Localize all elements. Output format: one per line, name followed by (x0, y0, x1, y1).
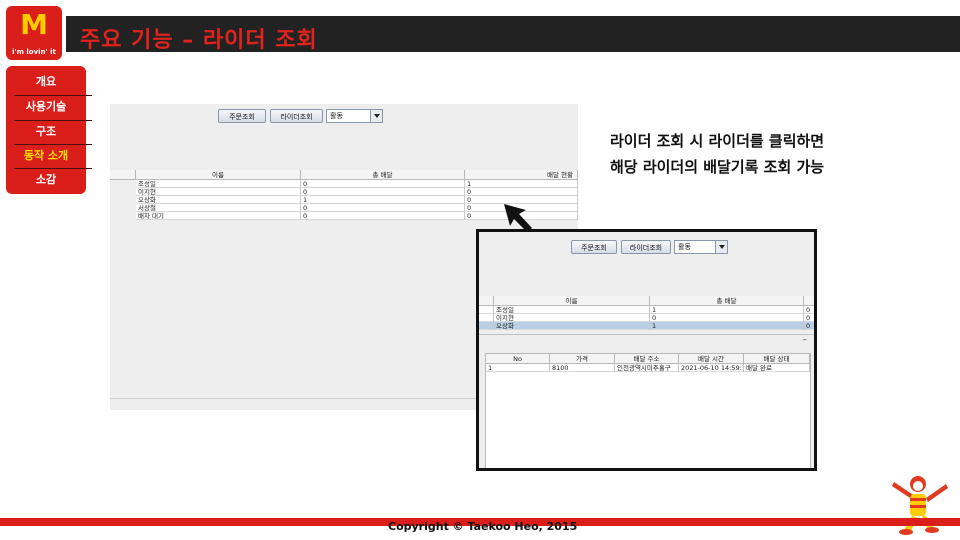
column-header-name[interactable]: 이름 (136, 170, 301, 180)
cell-total: 1 (301, 196, 465, 204)
table-row[interactable]: 이지현 0 0 (136, 188, 578, 196)
cell-name: 이지현 (136, 188, 301, 196)
column-header-address[interactable]: 배달 주소 (615, 354, 679, 364)
cell-total: 0 (301, 188, 465, 196)
order-lookup-button[interactable]: 주문조회 (218, 109, 266, 123)
cell-status: 0 (804, 314, 814, 322)
caption: 라이더 조회 시 라이더를 클릭하면 해당 라이더의 배달기록 조회 가능 (610, 128, 940, 180)
cell-status: 0 (804, 306, 814, 314)
table-row[interactable]: 조성일 0 1 (136, 180, 578, 188)
column-header-no[interactable]: No (486, 354, 550, 364)
rider-lookup-button[interactable]: 라이더조회 (621, 240, 671, 254)
cell-address: 인천광역시미추홀구 (615, 364, 679, 372)
cell-name: 오상화 (136, 196, 301, 204)
row-spacer (479, 322, 494, 330)
cell-name: 배차 대기 (136, 212, 301, 220)
cell-total: 1 (650, 306, 804, 314)
nav-item-demo[interactable]: 동작 소개 (6, 144, 86, 168)
table-header-spacer (110, 170, 136, 180)
table-row[interactable]: 이지현 0 0 (479, 314, 814, 322)
nav-item-tech[interactable]: 사용기술 (6, 95, 86, 119)
table-row[interactable]: 1 8100 인천광역시미추홀구 2021-06-10 14:59:14.0 배… (486, 364, 810, 372)
cell-name: 이지현 (494, 314, 650, 322)
status-select[interactable]: 활동 (674, 240, 728, 254)
row-spacer (479, 306, 494, 314)
chevron-down-icon[interactable] (370, 110, 382, 122)
table-row[interactable]: 조성일 1 0 (479, 306, 814, 314)
page-title: 주요 기능 – 라이더 조회 (80, 28, 318, 53)
order-lookup-button[interactable]: 주문조회 (571, 240, 617, 254)
column-header-price[interactable]: 가격 (550, 354, 615, 364)
delivery-history-table: No 가격 배달 주소 배달 시간 배달 상태 1 8100 인천광역시미추홀구… (485, 353, 811, 468)
rider-detail-window: 주문조회 라이더조회 활동 이름 총 배달 조성일 1 0 이지현 0 0 오상… (476, 229, 817, 471)
status-select-value: 활동 (678, 243, 691, 251)
cell-total: 0 (650, 314, 804, 322)
cell-total: 0 (301, 204, 465, 212)
status-select[interactable]: 활동 (326, 109, 383, 123)
cell-total: 0 (301, 180, 465, 188)
caption-line-2: 해당 라이더의 배달기록 조회 가능 (610, 158, 825, 176)
nav-item-thoughts[interactable]: 소감 (6, 168, 86, 192)
minimize-icon[interactable]: – (803, 335, 808, 345)
column-header-total[interactable]: 총 배달 (650, 296, 804, 306)
nav-item-overview[interactable]: 개요 (6, 70, 86, 94)
title-bar: 주요 기능 – 라이더 조회 (66, 16, 960, 53)
cell-total: 1 (650, 322, 804, 330)
mcdonalds-logo: M i'm lovin' it (6, 6, 62, 60)
cell-no: 1 (486, 364, 550, 372)
cell-total: 0 (301, 212, 465, 220)
chevron-down-icon[interactable] (715, 241, 727, 253)
delivery-history-frame: – No 가격 배달 주소 배달 시간 배달 상태 1 8100 인천광역시미추… (479, 334, 814, 468)
cell-delivery-status: 배달 완료 (744, 364, 810, 372)
cell-price: 8100 (550, 364, 615, 372)
nav-item-structure[interactable]: 구조 (6, 120, 86, 144)
rider-table: 이름 총 배달 조성일 1 0 이지현 0 0 오상화 1 0 (479, 296, 814, 336)
cell-status: 0 (804, 322, 814, 330)
cell-name: 오상화 (494, 322, 650, 330)
caption-line-1: 라이더 조회 시 라이더를 클릭하면 (610, 132, 825, 150)
cell-status: 1 (465, 180, 578, 188)
cell-name: 조성일 (136, 180, 301, 188)
logo-tagline: i'm lovin' it (12, 48, 56, 56)
row-spacer (479, 314, 494, 322)
copyright-text: Copyright © Taekoo Heo, 2015 (388, 520, 578, 533)
column-header-name[interactable]: 이름 (494, 296, 650, 306)
column-header-status[interactable] (804, 296, 814, 306)
cell-name: 조성일 (494, 306, 650, 314)
table-header-spacer (479, 296, 494, 306)
status-select-value: 활동 (330, 112, 343, 120)
cell-time: 2021-06-10 14:59:14.0 (679, 364, 744, 372)
column-header-time[interactable]: 배달 시간 (679, 354, 744, 364)
side-nav: 개요 사용기술 구조 동작 소개 소감 (6, 66, 92, 194)
column-header-delivery-status[interactable]: 배달 상태 (744, 354, 810, 364)
logo-mark: M (20, 8, 48, 41)
rider-lookup-button[interactable]: 라이더조회 (270, 109, 323, 123)
cell-name: 서상철 (136, 204, 301, 212)
ronald-mascot-icon (892, 476, 948, 535)
table-row-selected[interactable]: 오상화 1 0 (479, 322, 814, 330)
column-header-total[interactable]: 총 배달 (301, 170, 465, 180)
column-header-status[interactable]: 배달 현황 (465, 170, 578, 180)
cell-status: 0 (465, 188, 578, 196)
